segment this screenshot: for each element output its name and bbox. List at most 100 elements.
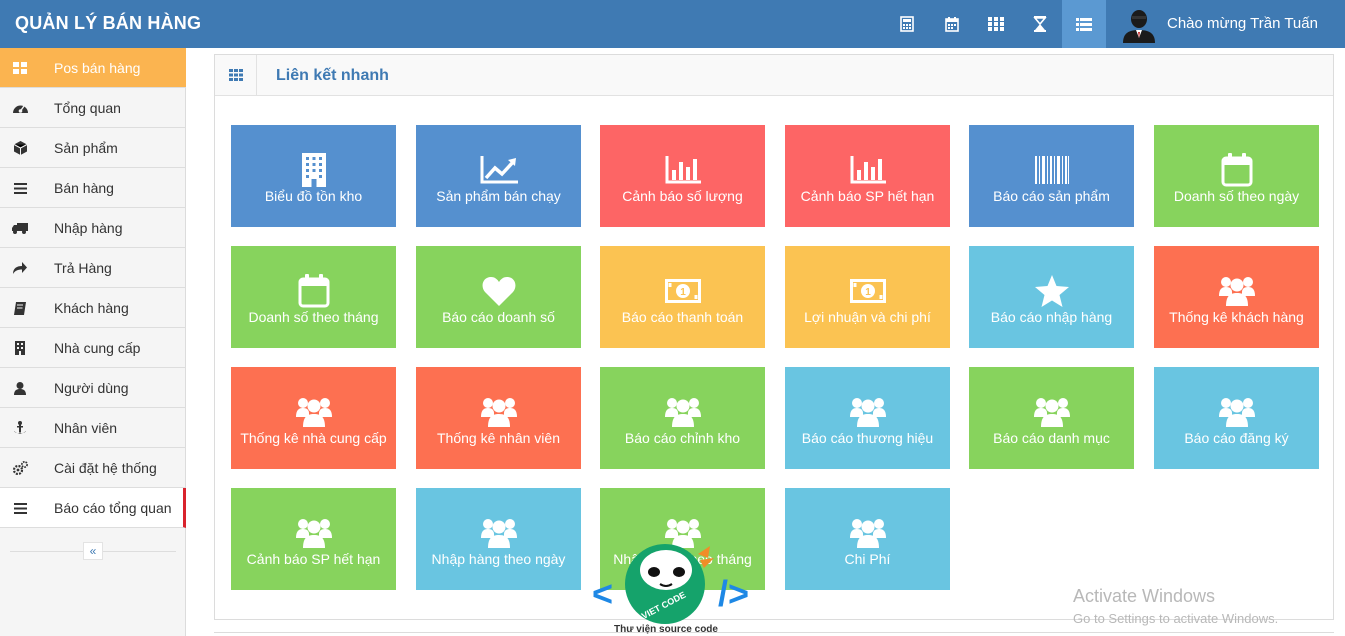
sidebar-item-summary-report[interactable]: Báo cáo tổng quan bbox=[0, 488, 186, 528]
sidebar-item-users[interactable]: Người dùng bbox=[0, 368, 186, 408]
svg-text:1: 1 bbox=[680, 287, 686, 298]
top-navbar: QUẢN LÝ BÁN HÀNG Chào mừng Trần Tuấn bbox=[0, 0, 1345, 48]
calculator-icon[interactable] bbox=[885, 0, 929, 48]
sidebar-item-staff[interactable]: Nhân viên bbox=[0, 408, 186, 448]
tile-label: Cảnh báo số lượng bbox=[622, 188, 743, 204]
tile-label: Sản phẩm bán chạy bbox=[436, 188, 561, 204]
truck-icon bbox=[12, 220, 28, 236]
quick-link-tile[interactable]: Doanh số theo ngày bbox=[1154, 125, 1319, 227]
quick-link-tile[interactable]: 1 Lợi nhuận và chi phí bbox=[785, 246, 950, 348]
user-menu[interactable]: Chào mừng Trần Tuấn bbox=[1106, 0, 1345, 48]
sidebar-item-label: Tổng quan bbox=[54, 100, 121, 116]
grid-icon bbox=[215, 55, 257, 95]
quick-link-tile[interactable]: Báo cáo sản phẩm bbox=[969, 125, 1134, 227]
users-icon bbox=[416, 515, 581, 551]
list-icon bbox=[12, 500, 28, 516]
svg-text:<: < bbox=[592, 573, 613, 614]
sidebar-item-suppliers[interactable]: Nhà cung cấp bbox=[0, 328, 186, 368]
quick-link-tile[interactable]: Thống kê nhà cung cấp bbox=[231, 367, 396, 469]
app-title[interactable]: QUẢN LÝ BÁN HÀNG bbox=[15, 13, 201, 34]
avatar bbox=[1120, 5, 1158, 43]
quick-link-tile[interactable]: Cảnh báo SP hết hạn bbox=[231, 488, 396, 590]
sidebar-item-label: Khách hàng bbox=[54, 300, 129, 316]
quick-link-tile[interactable]: Báo cáo danh mục bbox=[969, 367, 1134, 469]
sidebar-item-sales[interactable]: Bán hàng bbox=[0, 168, 186, 208]
tile-label: Doanh số theo ngày bbox=[1173, 188, 1300, 204]
building-icon bbox=[12, 340, 28, 356]
quick-link-tile[interactable]: 1 Báo cáo thanh toán bbox=[600, 246, 765, 348]
quick-link-tile[interactable]: Báo cáo thương hiệu bbox=[785, 367, 950, 469]
users-icon bbox=[416, 394, 581, 430]
quick-link-tile[interactable]: Sản phẩm bán chạy bbox=[416, 125, 581, 227]
panel-title: Liên kết nhanh bbox=[276, 67, 389, 84]
calendar-icon bbox=[231, 273, 396, 309]
tile-label: Cảnh báo SP hết hạn bbox=[800, 188, 935, 204]
users-icon bbox=[600, 394, 765, 430]
quick-link-tile[interactable]: Doanh số theo tháng bbox=[231, 246, 396, 348]
quick-link-tile[interactable]: Báo cáo doanh số bbox=[416, 246, 581, 348]
tile-label: Báo cáo danh mục bbox=[993, 430, 1110, 446]
tile-label: Báo cáo chỉnh kho bbox=[624, 430, 741, 446]
hourglass-icon[interactable] bbox=[1018, 0, 1062, 48]
pos-icon bbox=[12, 60, 28, 76]
quick-link-tile[interactable]: Thống kê nhân viên bbox=[416, 367, 581, 469]
sidebar-item-products[interactable]: Sản phẩm bbox=[0, 128, 186, 168]
greeting-text: Chào mừng Trần Tuấn bbox=[1167, 15, 1318, 32]
quick-link-tile[interactable]: Chi Phí bbox=[785, 488, 950, 590]
logo-caption: Thư viện source code bbox=[614, 624, 718, 635]
star-icon bbox=[969, 273, 1134, 309]
svg-text:1: 1 bbox=[865, 287, 871, 298]
activate-windows-subtitle: Go to Settings to activate Windows. bbox=[1073, 611, 1279, 626]
users-icon bbox=[785, 394, 950, 430]
sidebar-item-customers[interactable]: Khách hàng bbox=[0, 288, 186, 328]
tile-label: Thống kê khách hàng bbox=[1169, 309, 1304, 325]
sidebar-item-label: Bán hàng bbox=[54, 180, 114, 196]
quick-link-tile[interactable]: Báo cáo chỉnh kho bbox=[600, 367, 765, 469]
quick-link-tile[interactable]: Cảnh báo SP hết hạn bbox=[785, 125, 950, 227]
sidebar-item-label: Nhập hàng bbox=[54, 220, 123, 236]
tile-label: Lợi nhuận và chi phí bbox=[804, 309, 931, 325]
activate-windows-title: Activate Windows bbox=[1073, 586, 1216, 606]
bar-chart-icon bbox=[785, 152, 950, 188]
quick-link-tile[interactable]: Biểu đồ tồn kho bbox=[231, 125, 396, 227]
collapse-sidebar-button[interactable]: « bbox=[83, 542, 103, 560]
users-icon bbox=[231, 515, 396, 551]
sidebar-item-label: Sản phẩm bbox=[54, 140, 118, 156]
quick-link-tile[interactable]: Cảnh báo số lượng bbox=[600, 125, 765, 227]
tile-label: Doanh số theo tháng bbox=[248, 309, 379, 325]
users-icon bbox=[1154, 394, 1319, 430]
money-icon: 1 bbox=[785, 273, 950, 309]
tile-label: Báo cáo doanh số bbox=[442, 309, 555, 325]
barcode-icon bbox=[969, 152, 1134, 188]
tile-label: Thống kê nhân viên bbox=[437, 430, 560, 446]
tile-label: Biểu đồ tồn kho bbox=[264, 188, 363, 204]
user-icon bbox=[12, 380, 28, 396]
list-icon bbox=[12, 180, 28, 196]
list-icon[interactable] bbox=[1062, 0, 1106, 48]
sidebar-item-imports[interactable]: Nhập hàng bbox=[0, 208, 186, 248]
tile-label: Nhập hàng theo ngày bbox=[431, 551, 566, 567]
quick-link-tile[interactable]: Nhập hàng theo ngày bbox=[416, 488, 581, 590]
book-icon bbox=[12, 300, 28, 316]
tile-label: Báo cáo sản phẩm bbox=[993, 188, 1110, 204]
tile-label: Báo cáo thương hiệu bbox=[801, 430, 934, 446]
sidebar: Pos bán hàng Tổng quan Sản phẩm Bán hàng… bbox=[0, 48, 186, 636]
sidebar-item-pos[interactable]: Pos bán hàng bbox=[0, 48, 186, 88]
sidebar-item-overview[interactable]: Tổng quan bbox=[0, 88, 186, 128]
svg-text:/>: /> bbox=[718, 573, 749, 614]
money-icon: 1 bbox=[600, 273, 765, 309]
tile-label: Thống kê nhà cung cấp bbox=[240, 430, 387, 446]
tile-label: Cảnh báo SP hết hạn bbox=[246, 551, 381, 567]
calendar-icon bbox=[1154, 152, 1319, 188]
quick-link-tile[interactable]: Báo cáo đăng ký bbox=[1154, 367, 1319, 469]
line-chart-icon bbox=[416, 152, 581, 188]
sidebar-item-returns[interactable]: Trả Hàng bbox=[0, 248, 186, 288]
users-icon bbox=[231, 394, 396, 430]
sidebar-item-settings[interactable]: Cài đặt hệ thống bbox=[0, 448, 186, 488]
calendar-icon[interactable] bbox=[930, 0, 974, 48]
vietcode-logo: < /> VIET CODE bbox=[592, 544, 749, 624]
grid-icon[interactable] bbox=[974, 0, 1018, 48]
quick-link-tile[interactable]: Thống kê khách hàng bbox=[1154, 246, 1319, 348]
panel-header: Liên kết nhanh bbox=[215, 55, 1333, 96]
quick-link-tile[interactable]: Báo cáo nhập hàng bbox=[969, 246, 1134, 348]
